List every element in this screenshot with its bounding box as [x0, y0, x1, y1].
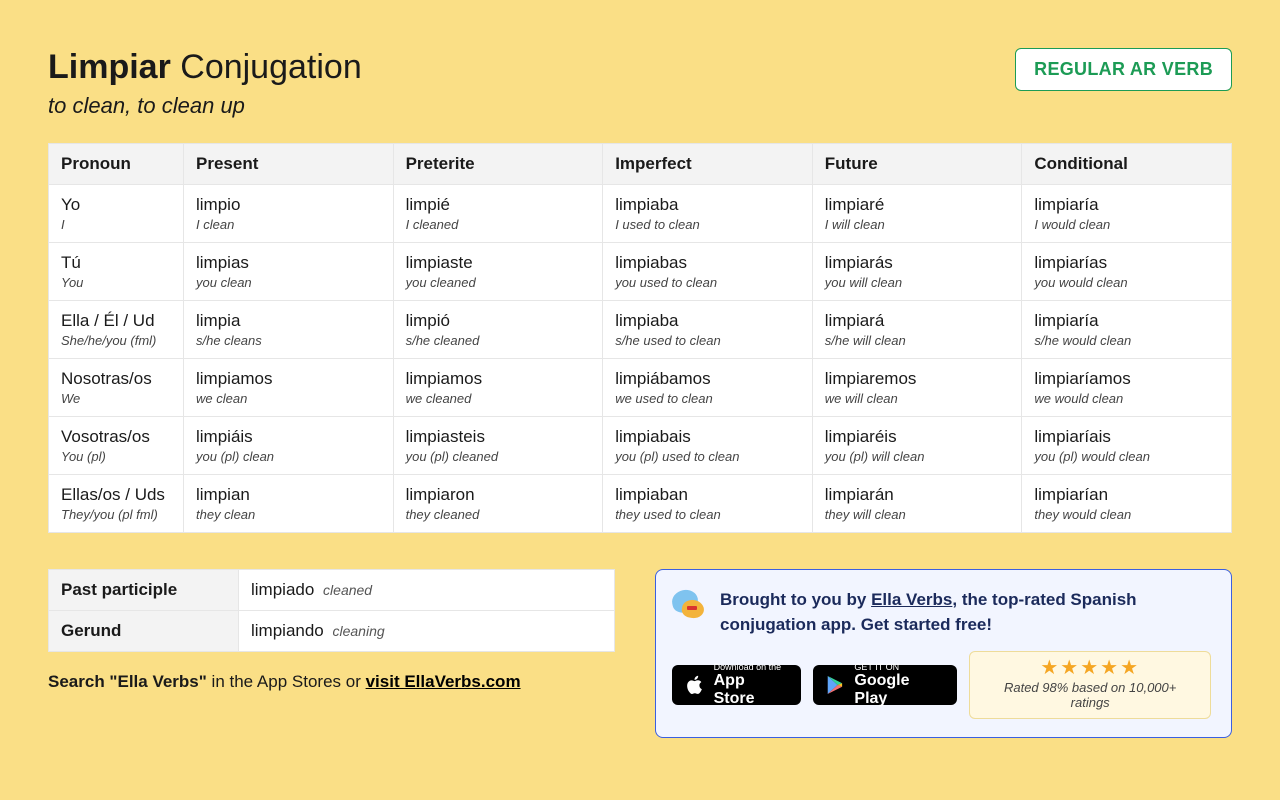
column-header: Conditional [1022, 144, 1232, 185]
table-row: Nosotras/osWelimpiamoswe cleanlimpiamosw… [49, 359, 1232, 417]
app-store-button[interactable]: Download on the App Store [672, 665, 801, 705]
search-middle: in the App Stores or [207, 672, 366, 691]
table-row: Past participlelimpiado cleaned [49, 570, 615, 611]
rating-box: ★★★★★ Rated 98% based on 10,000+ ratings [969, 651, 1211, 719]
conjugation-cell: limpiaríamoswe would clean [1022, 359, 1232, 417]
conjugation-cell: limpiarás/he will clean [812, 301, 1022, 359]
conjugation-cell: limpiabaisyou (pl) used to clean [603, 417, 813, 475]
conjugation-cell: limpiaremoswe will clean [812, 359, 1022, 417]
table-row: Vosotras/osYou (pl)limpiáisyou (pl) clea… [49, 417, 1232, 475]
verb-name: Limpiar [48, 48, 171, 86]
column-header: Pronoun [49, 144, 184, 185]
ellaverbs-promo-link[interactable]: Ella Verbs [871, 590, 952, 609]
conjugation-cell: limpiarías/he would clean [1022, 301, 1232, 359]
conjugation-cell: limpiaríasyou would clean [1022, 243, 1232, 301]
participle-label: Gerund [49, 611, 239, 652]
table-row: Gerundlimpiando cleaning [49, 611, 615, 652]
page-title: Limpiar Conjugation [48, 48, 362, 87]
stars-icon: ★★★★★ [984, 658, 1196, 678]
column-header: Future [812, 144, 1022, 185]
verb-translation: to clean, to clean up [48, 93, 362, 119]
conjugation-table: PronounPresentPreteriteImperfectFutureCo… [48, 143, 1232, 533]
conjugation-cell: limpiaréI will clean [812, 185, 1022, 243]
conjugation-cell: limpiasyou clean [184, 243, 394, 301]
apple-icon [684, 674, 706, 696]
search-instruction: Search "Ella Verbs" in the App Stores or… [48, 672, 615, 692]
column-header: Present [184, 144, 394, 185]
conjugation-cell: limpiaríaisyou (pl) would clean [1022, 417, 1232, 475]
conjugation-cell: limpiasteyou cleaned [393, 243, 603, 301]
pronoun-cell: Vosotras/osYou (pl) [49, 417, 184, 475]
pronoun-cell: Ellas/os / UdsThey/you (pl fml) [49, 475, 184, 533]
search-prefix: Search "Ella Verbs" [48, 672, 207, 691]
conjugation-cell: limpiasteisyou (pl) cleaned [393, 417, 603, 475]
conjugation-cell: limpias/he cleans [184, 301, 394, 359]
pronoun-cell: Ella / Él / UdShe/he/you (fml) [49, 301, 184, 359]
pronoun-cell: Nosotras/osWe [49, 359, 184, 417]
google-play-button[interactable]: GET IT ON Google Play [813, 665, 958, 705]
participle-label: Past participle [49, 570, 239, 611]
title-suffix: Conjugation [171, 48, 362, 86]
participles-table: Past participlelimpiado cleanedGerundlim… [48, 569, 615, 652]
verb-type-badge: REGULAR AR VERB [1015, 48, 1232, 91]
pronoun-cell: YoI [49, 185, 184, 243]
column-header: Preterite [393, 144, 603, 185]
conjugation-cell: limpiaríaI would clean [1022, 185, 1232, 243]
table-row: Ella / Él / UdShe/he/you (fml)limpias/he… [49, 301, 1232, 359]
conjugation-cell: limpiaránthey will clean [812, 475, 1022, 533]
ellaverbs-link[interactable]: visit EllaVerbs.com [366, 672, 521, 691]
participle-value: limpiando cleaning [239, 611, 615, 652]
gplay-small-text: GET IT ON [854, 663, 945, 672]
conjugation-cell: limpiabasyou used to clean [603, 243, 813, 301]
table-row: Ellas/os / UdsThey/you (pl fml)limpianth… [49, 475, 1232, 533]
conjugation-cell: limpiáisyou (pl) clean [184, 417, 394, 475]
conjugation-cell: limpiós/he cleaned [393, 301, 603, 359]
conjugation-cell: limpiéI cleaned [393, 185, 603, 243]
conjugation-cell: limpianthey clean [184, 475, 394, 533]
pronoun-cell: TúYou [49, 243, 184, 301]
conjugation-cell: limpiábamoswe used to clean [603, 359, 813, 417]
appstore-small-text: Download on the [714, 663, 789, 672]
rating-text: Rated 98% based on 10,000+ ratings [984, 680, 1196, 710]
promo-text: Brought to you by Ella Verbs, the top-ra… [720, 588, 1211, 637]
conjugation-cell: limpiabaI used to clean [603, 185, 813, 243]
promo-box: Brought to you by Ella Verbs, the top-ra… [655, 569, 1232, 738]
google-play-icon [825, 674, 847, 696]
ellaverbs-icon [672, 588, 708, 624]
conjugation-cell: limpiamoswe clean [184, 359, 394, 417]
appstore-big-text: App Store [714, 672, 789, 707]
table-row: TúYoulimpiasyou cleanlimpiasteyou cleane… [49, 243, 1232, 301]
conjugation-cell: limpioI clean [184, 185, 394, 243]
conjugation-cell: limpiamoswe cleaned [393, 359, 603, 417]
conjugation-cell: limpiaronthey cleaned [393, 475, 603, 533]
conjugation-cell: limpiaréisyou (pl) will clean [812, 417, 1022, 475]
conjugation-cell: limpiabanthey used to clean [603, 475, 813, 533]
conjugation-cell: limpiarásyou will clean [812, 243, 1022, 301]
table-row: YoIlimpioI cleanlimpiéI cleanedlimpiabaI… [49, 185, 1232, 243]
participle-value: limpiado cleaned [239, 570, 615, 611]
conjugation-cell: limpiaríanthey would clean [1022, 475, 1232, 533]
gplay-big-text: Google Play [854, 672, 945, 707]
column-header: Imperfect [603, 144, 813, 185]
conjugation-cell: limpiabas/he used to clean [603, 301, 813, 359]
